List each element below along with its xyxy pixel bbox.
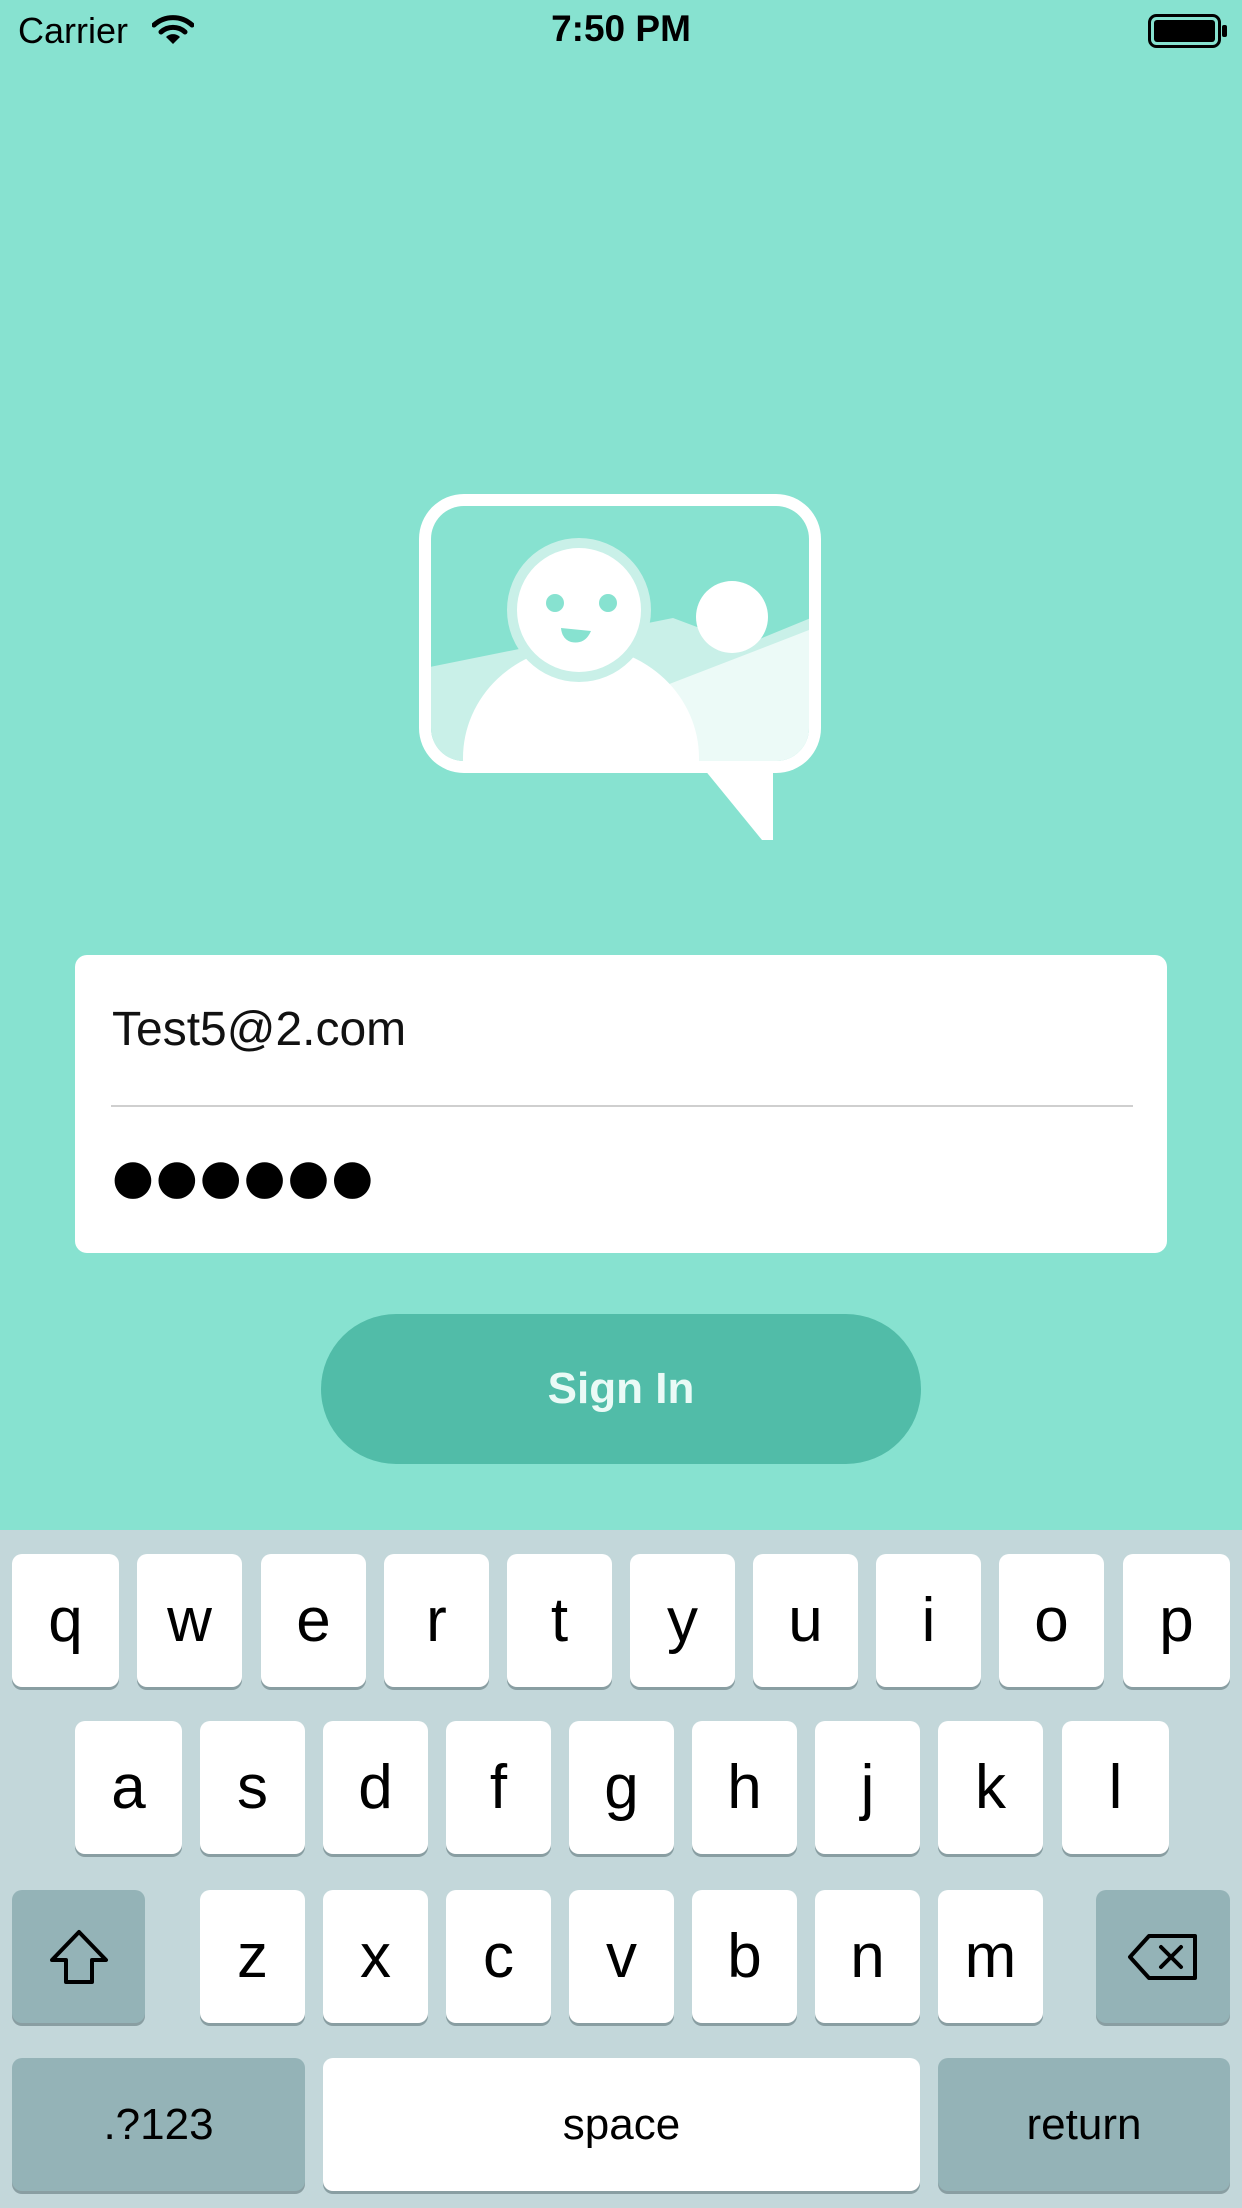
- field-divider: [111, 1105, 1133, 1107]
- delete-backspace-icon: [1128, 1933, 1197, 1980]
- key-y[interactable]: y: [630, 1554, 735, 1687]
- key-u[interactable]: u: [753, 1554, 858, 1687]
- key-m[interactable]: m: [938, 1890, 1043, 2023]
- clock-time: 7:50 PM: [551, 8, 691, 49]
- key-i[interactable]: i: [876, 1554, 981, 1687]
- key-t[interactable]: t: [507, 1554, 612, 1687]
- keyboard: q w e r t y u i o p a s d f g h j k l z …: [0, 1530, 1242, 2208]
- key-k[interactable]: k: [938, 1721, 1043, 1854]
- key-n[interactable]: n: [815, 1890, 920, 2023]
- key-q[interactable]: q: [12, 1554, 119, 1687]
- key-v[interactable]: v: [569, 1890, 674, 2023]
- key-z[interactable]: z: [200, 1890, 305, 2023]
- key-x[interactable]: x: [323, 1890, 428, 2023]
- status-bar: Carrier 7:50 PM: [0, 0, 1242, 62]
- key-j[interactable]: j: [815, 1721, 920, 1854]
- key-l[interactable]: l: [1062, 1721, 1169, 1854]
- key-g[interactable]: g: [569, 1721, 674, 1854]
- return-key[interactable]: return: [938, 2058, 1230, 2191]
- key-r[interactable]: r: [384, 1554, 489, 1687]
- shift-key[interactable]: [12, 1890, 145, 2023]
- login-form-card: [75, 955, 1167, 1253]
- key-d[interactable]: d: [323, 1721, 428, 1854]
- key-o[interactable]: o: [999, 1554, 1104, 1687]
- password-field[interactable]: [112, 1131, 1132, 1223]
- key-e[interactable]: e: [261, 1554, 366, 1687]
- delete-key[interactable]: [1096, 1890, 1230, 2023]
- photo-chat-bubble-icon: [415, 490, 835, 855]
- key-f[interactable]: f: [446, 1721, 551, 1854]
- key-c[interactable]: c: [446, 1890, 551, 2023]
- email-field[interactable]: [112, 983, 1132, 1075]
- key-p[interactable]: p: [1123, 1554, 1230, 1687]
- key-h[interactable]: h: [692, 1721, 797, 1854]
- numbers-key[interactable]: .?123: [12, 2058, 305, 2191]
- key-s[interactable]: s: [200, 1721, 305, 1854]
- battery-icon: [1148, 14, 1228, 53]
- key-a[interactable]: a: [75, 1721, 182, 1854]
- key-b[interactable]: b: [692, 1890, 797, 2023]
- shift-icon: [49, 1929, 108, 1984]
- sign-in-button[interactable]: Sign In: [321, 1314, 921, 1464]
- space-key[interactable]: space: [323, 2058, 920, 2191]
- key-w[interactable]: w: [137, 1554, 242, 1687]
